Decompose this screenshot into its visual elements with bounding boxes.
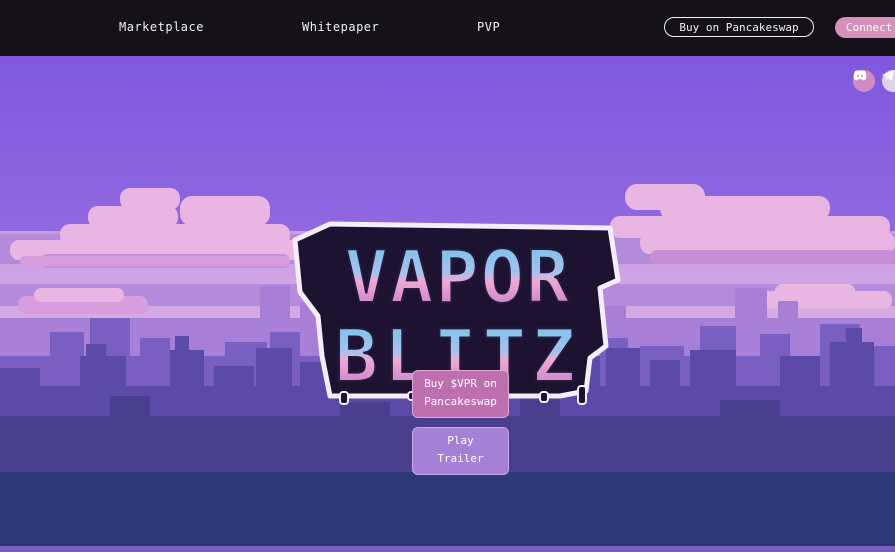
play-trailer-button[interactable]: Play Trailer [412,427,509,475]
hero-background: VAPOR BLITZ [0,56,895,552]
connect-wallet-button[interactable]: Connect [835,17,895,38]
play-trailer-label-2: Trailer [437,452,484,465]
telegram-icon [882,70,894,81]
nav-link-pvp[interactable]: PVP [477,20,500,34]
play-trailer-label-1: Play [447,434,474,447]
ground [0,472,895,552]
nav-link-marketplace[interactable]: Marketplace [119,20,204,34]
nav-link-whitepaper[interactable]: Whitepaper [302,20,379,34]
ground-edge [0,546,895,552]
logo-line-1: VAPOR [345,235,572,319]
discord-icon [853,70,867,81]
buy-on-pancakeswap-button[interactable]: Buy on Pancakeswap [664,17,814,37]
buy-vpr-label-2: Pancakeswap [424,395,497,408]
hero-banner: VAPOR BLITZ [0,56,895,552]
buy-vpr-button[interactable]: Buy $VPR on Pancakeswap [412,370,509,418]
discord-button[interactable] [853,70,875,92]
buy-vpr-label-1: Buy $VPR on [424,377,497,390]
top-nav: Marketplace Whitepaper PVP Buy on Pancak… [0,0,895,56]
